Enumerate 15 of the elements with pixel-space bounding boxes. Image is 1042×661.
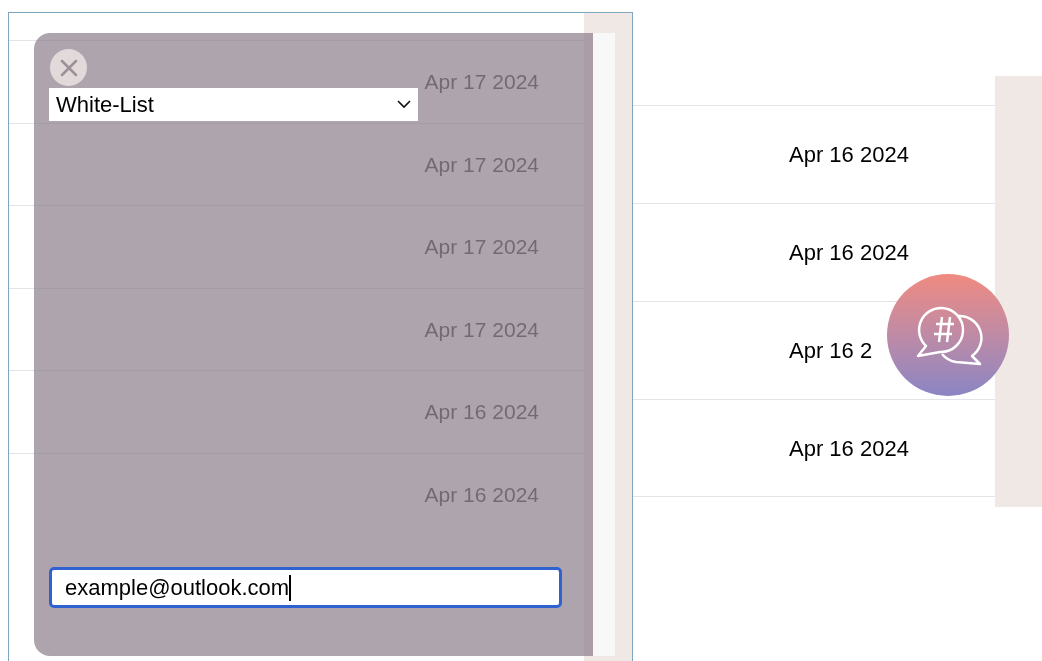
date-text: Apr 16 2024 bbox=[424, 481, 539, 508]
date-cell-text: Apr 16 2024 bbox=[789, 239, 909, 267]
email-field[interactable]: example@outlook.com bbox=[49, 567, 562, 608]
close-button[interactable] bbox=[50, 49, 87, 86]
close-icon bbox=[59, 58, 78, 77]
date-cell-text: Apr 16 2024 bbox=[789, 434, 909, 463]
list-select[interactable]: White-List bbox=[49, 88, 418, 121]
date-text: Apr 17 2024 bbox=[424, 234, 539, 260]
date-text: Apr 17 2024 bbox=[424, 316, 539, 343]
date-text: Apr 16 2024 bbox=[424, 399, 539, 425]
date-text: Apr 17 2024 bbox=[424, 69, 539, 95]
chevron-down-icon bbox=[397, 100, 411, 109]
date-cell-text: Apr 16 2024 bbox=[789, 141, 909, 169]
date-cell-text: Apr 16 2 bbox=[789, 337, 873, 365]
date-text: Apr 17 2024 bbox=[424, 151, 539, 178]
